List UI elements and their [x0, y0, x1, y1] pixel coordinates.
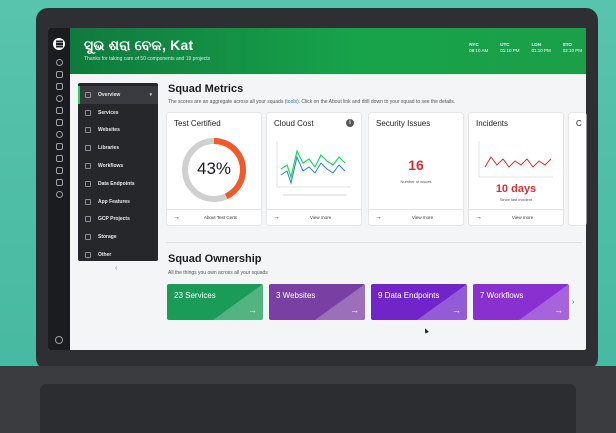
- app-icon: [85, 198, 91, 205]
- clock-lon: LON 01:10 PM: [531, 42, 551, 53]
- security-issues-value: 16: [408, 157, 424, 173]
- sidebar-item-websites[interactable]: Websites: [78, 122, 158, 140]
- incidents-value: 10 days: [495, 183, 537, 195]
- folder-icon[interactable]: [55, 107, 63, 114]
- arrow-right-icon: →: [248, 305, 257, 315]
- incidents-sparkline: [478, 141, 553, 178]
- card-title: Incidents: [476, 119, 509, 128]
- arrow-right-icon: →: [554, 305, 563, 315]
- cloud-cost-sparkline: [276, 141, 351, 196]
- chevron-right-icon[interactable]: ›: [572, 299, 574, 306]
- plus-icon[interactable]: [55, 191, 63, 198]
- side-navigation: Overview ▾ Services Websites Libraries Wo…: [78, 83, 158, 261]
- test-certified-card: Test Certified 43% → About Test Certs: [167, 113, 261, 225]
- arrow-right-icon: →: [475, 214, 482, 221]
- test-certified-value: 43%: [196, 159, 232, 178]
- sidebar-item-services[interactable]: Services: [78, 104, 158, 122]
- incidents-card: Incidents 10 days Since last incident → V…: [469, 113, 563, 225]
- cloud-cost-card: Cloud Cost i → View more: [267, 113, 361, 225]
- globe-icon: [85, 127, 91, 134]
- info-icon[interactable]: i: [346, 119, 354, 127]
- card-title: Test Certified: [174, 119, 221, 128]
- more-icon: [85, 252, 91, 259]
- card-title: Cloud Cost: [274, 119, 314, 128]
- greeting-subtitle: Thanks for taking care of 50 components …: [84, 56, 211, 62]
- sidebar-item-data-endpoints[interactable]: Data Endpoints: [78, 175, 158, 193]
- security-issues-card: Security Issues 16 Number of issues → Vie…: [369, 113, 463, 225]
- arrow-right-icon: →: [350, 305, 359, 315]
- tile-services[interactable]: 23 Services →: [167, 284, 263, 320]
- sidebar-item-other[interactable]: Other: [78, 246, 158, 264]
- chevron-down-icon: ▾: [149, 91, 152, 98]
- card-title: C: [576, 119, 582, 128]
- arrow-right-icon: →: [375, 214, 382, 221]
- library-icon: [85, 145, 91, 152]
- sidebar-item-workflows[interactable]: Workflows: [78, 157, 158, 175]
- settings-icon[interactable]: [55, 336, 63, 344]
- sidebar-item-storage[interactable]: Storage: [78, 228, 158, 246]
- clock-sto: STO 02:10 PM: [562, 42, 582, 53]
- spotify-logo-icon[interactable]: [53, 38, 65, 50]
- tools-link[interactable]: tools: [286, 99, 297, 105]
- laptop-base: [0, 366, 616, 433]
- puzzle-icon[interactable]: [55, 167, 63, 174]
- arrow-right-icon: →: [273, 214, 280, 221]
- card-title: Security Issues: [376, 119, 431, 128]
- grid-icon: [85, 91, 91, 98]
- tile-workflows[interactable]: 7 Workflows →: [473, 284, 569, 320]
- world-clocks: NYC 08:10 AM UTC 01:10 PM LON 01:10 PM STO 0…: [469, 42, 582, 54]
- home-icon[interactable]: [55, 71, 63, 78]
- search-icon[interactable]: [55, 59, 63, 66]
- gear-icon[interactable]: [55, 131, 63, 138]
- compass-icon[interactable]: [55, 95, 63, 102]
- sidebar-item-app-features[interactable]: App Features: [78, 193, 158, 211]
- document-icon[interactable]: [55, 119, 63, 126]
- greeting: ସୁଭ ଶରା ବେକ, Kat: [84, 37, 194, 53]
- section-divider: [166, 242, 582, 243]
- flag-icon[interactable]: [55, 179, 63, 186]
- clock-nyc: NYC 08:10 AM: [469, 42, 489, 53]
- user-icon[interactable]: [55, 143, 63, 150]
- heart-icon[interactable]: [55, 155, 63, 162]
- security-footer[interactable]: → View more: [369, 209, 463, 225]
- test-certified-footer[interactable]: → About Test Certs: [167, 209, 261, 225]
- icon-rail: [48, 28, 70, 350]
- ownership-title: Squad Ownership: [168, 253, 262, 265]
- header-banner: ସୁଭ ଶରା ବେକ, Kat Thanks for taking care …: [70, 28, 586, 74]
- cloud-cost-footer[interactable]: → View more: [267, 209, 361, 225]
- workflow-icon: [85, 163, 91, 170]
- clock-utc: UTC 01:10 PM: [500, 42, 520, 53]
- security-issues-caption: Number of issues: [400, 179, 432, 184]
- incidents-caption: Since last incident: [499, 197, 533, 202]
- database-icon: [85, 180, 91, 187]
- tile-data-endpoints[interactable]: 9 Data Endpoints →: [371, 284, 467, 320]
- sidebar-item-overview[interactable]: Overview ▾: [78, 86, 158, 104]
- arrow-right-icon: →: [452, 305, 461, 315]
- tree-icon[interactable]: [55, 83, 63, 90]
- metrics-subtitle: The scores are an aggregate across all y…: [168, 99, 456, 105]
- incidents-footer[interactable]: → View more: [469, 209, 563, 225]
- collapse-sidebar-button[interactable]: ‹: [115, 265, 117, 272]
- arrow-right-icon: →: [173, 214, 180, 221]
- services-icon: [85, 109, 91, 116]
- sidebar-item-libraries[interactable]: Libraries: [78, 139, 158, 157]
- tile-websites[interactable]: 3 Websites →: [269, 284, 365, 320]
- cloud-icon: [85, 216, 91, 223]
- storage-icon: [85, 234, 91, 241]
- partial-card: C: [569, 113, 586, 225]
- keyboard: [40, 384, 576, 433]
- sidebar-item-gcp-projects[interactable]: GCP Projects: [78, 211, 158, 229]
- ownership-subtitle: All the things you own across all your s…: [168, 270, 268, 276]
- metrics-title: Squad Metrics: [168, 83, 244, 95]
